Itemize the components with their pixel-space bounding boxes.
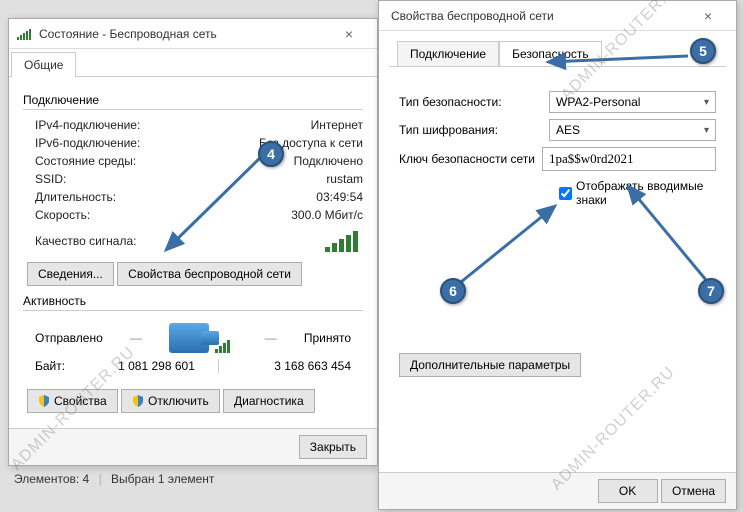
ipv4-label: IPv4-подключение: [35,118,140,132]
annotation-marker-4: 4 [258,141,284,167]
status-window: Состояние - Беспроводная сеть × Общие По… [8,18,378,466]
status-titlebar: Состояние - Беспроводная сеть × [9,19,377,49]
sent-bytes: 1 081 298 601 [95,359,218,373]
security-key-input[interactable] [542,147,716,171]
props-tabs: Подключение Безопасность [379,31,736,66]
bytes-label: Байт: [35,359,95,373]
advanced-settings-button[interactable]: Дополнительные параметры [399,353,581,377]
shield-icon [132,395,144,407]
wireless-properties-window: Свойства беспроводной сети × Подключение… [378,0,737,510]
tab-security[interactable]: Безопасность [499,41,602,66]
disable-button[interactable]: Отключить [121,389,220,413]
divider [23,109,363,110]
signal-label: Качество сигнала: [35,234,136,248]
wifi-signal-icon [17,28,33,40]
divider [23,310,363,311]
ok-button[interactable]: OK [598,479,658,503]
annotation-marker-5: 5 [690,38,716,64]
encryption-label: Тип шифрования: [399,123,549,137]
wireless-properties-button[interactable]: Свойства беспроводной сети [117,262,302,286]
group-connection-label: Подключение [23,93,363,107]
annotation-marker-7: 7 [698,278,724,304]
selected-count: Выбран 1 элемент [111,472,214,486]
show-characters-checkbox[interactable] [559,187,572,200]
show-characters-label: Отображать вводимые знаки [576,179,716,207]
tab-connection[interactable]: Подключение [397,41,499,66]
close-button[interactable]: Закрыть [299,435,367,459]
group-activity-label: Активность [23,294,363,308]
security-key-label: Ключ безопасности сети [399,152,542,166]
speed-value: 300.0 Мбит/с [291,208,363,222]
ipv4-value: Интернет [311,118,363,132]
annotation-marker-6: 6 [440,278,466,304]
media-label: Состояние среды: [35,154,136,168]
details-button[interactable]: Сведения... [27,262,114,286]
shield-icon [38,395,50,407]
encryption-value: AES [556,123,580,137]
status-tabs: Общие [9,49,377,77]
close-icon[interactable]: × [688,8,728,24]
chevron-down-icon: ▾ [704,125,709,136]
props-titlebar: Свойства беспроводной сети × [379,1,736,31]
ssid-value: rustam [326,172,363,186]
speed-label: Скорость: [35,208,90,222]
explorer-status-strip: Элементов: 4 | Выбран 1 элемент [8,470,378,488]
mini-signal-icon [215,339,237,353]
recv-label: Принято [304,331,351,345]
security-type-select[interactable]: WPA2-Personal ▾ [549,91,716,113]
chevron-down-icon: ▾ [704,97,709,108]
duration-value: 03:49:54 [316,190,363,204]
tab-general[interactable]: Общие [11,52,76,77]
duration-label: Длительность: [35,190,116,204]
security-type-value: WPA2-Personal [556,95,640,109]
security-type-label: Тип безопасности: [399,95,549,109]
props-title: Свойства беспроводной сети [387,9,688,23]
sent-label: Отправлено [35,331,103,345]
encryption-select[interactable]: AES ▾ [549,119,716,141]
ipv6-label: IPv6-подключение: [35,136,140,150]
recv-bytes: 3 168 663 454 [228,359,351,373]
signal-quality-icon [325,230,363,252]
elements-count: Элементов: 4 [14,472,89,486]
properties-button[interactable]: Свойства [27,389,118,413]
media-value: Подключено [294,154,363,168]
network-activity-icon [169,323,209,353]
cancel-button[interactable]: Отмена [661,479,726,503]
ssid-label: SSID: [35,172,66,186]
close-icon[interactable]: × [329,26,369,42]
status-title: Состояние - Беспроводная сеть [39,27,329,41]
diagnose-button[interactable]: Диагностика [223,389,315,413]
